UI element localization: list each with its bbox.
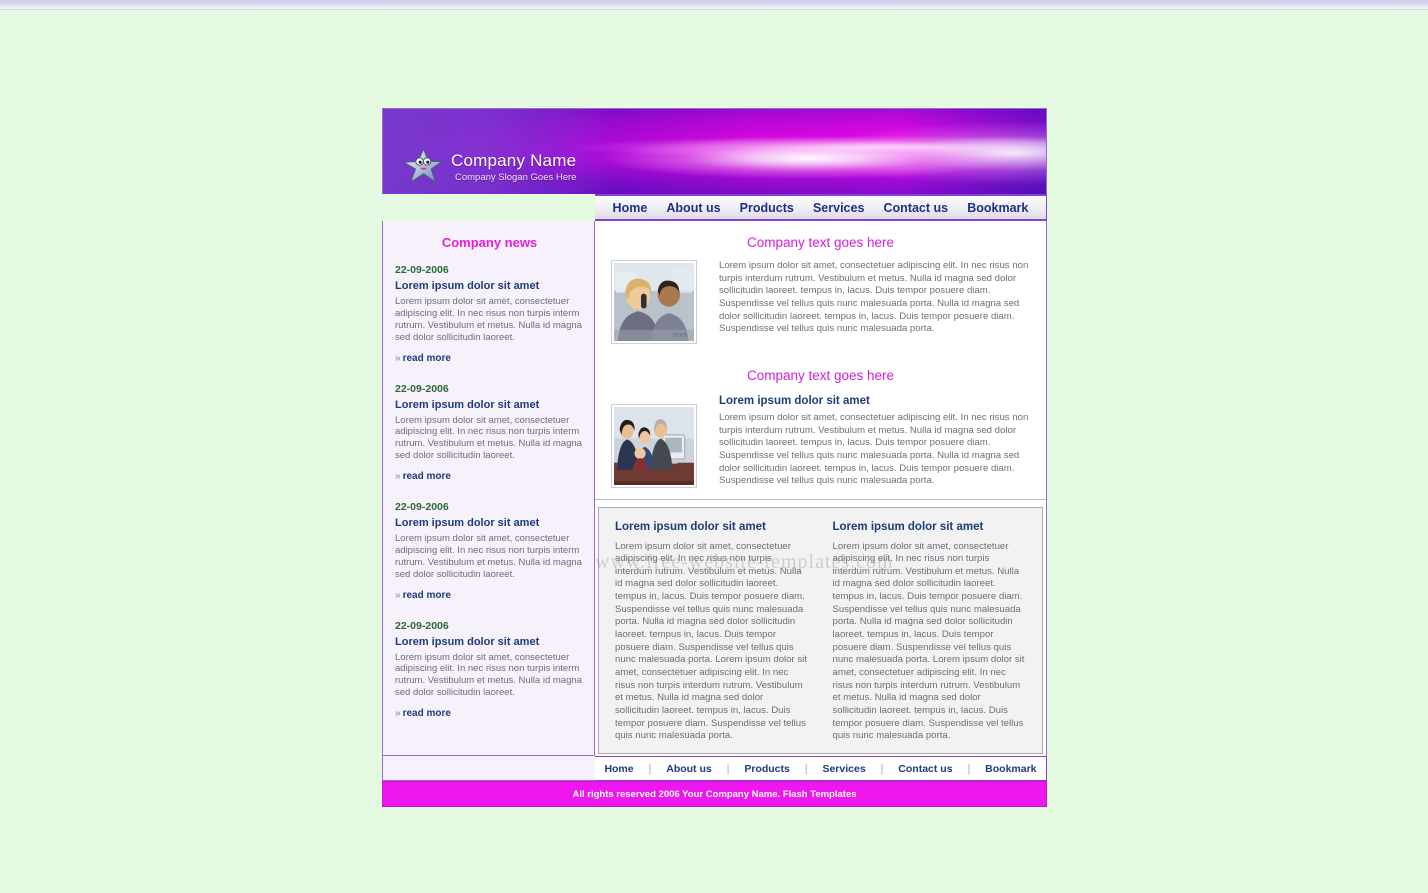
chevron-right-icon: » (395, 471, 401, 482)
footer-separator: | (880, 762, 884, 775)
read-more-label: read more (402, 589, 451, 601)
news-body: Lorem ipsum dolor sit amet, consectetuer… (395, 414, 582, 462)
feature-block-2-body: Lorem ipsum dolor sit amet Lorem ipsum d… (697, 395, 1030, 488)
footer-nav-item-products[interactable]: Products (740, 763, 794, 775)
footer-separator: | (648, 762, 652, 775)
news-title: Lorem ipsum dolor sit amet (395, 280, 540, 292)
main-content: Company text goes here stock Lorem ipsum… (595, 221, 1047, 756)
primary-navigation[interactable]: Home About us Products Services Contact … (595, 194, 1047, 221)
news-body: Lorem ipsum dolor sit amet, consectetuer… (395, 296, 582, 343)
bottom-columns-panel: Lorem ipsum dolor sit amet Lorem ipsum d… (598, 506, 1043, 754)
news-body: Lorem ipsum dolor sit amet, consectetuer… (395, 651, 582, 699)
footer-nav-item-services[interactable]: Services (818, 763, 869, 775)
chevron-right-icon: » (395, 708, 401, 719)
news-item: 22-09-2006 Lorem ipsum dolor sit amet Lo… (395, 501, 584, 603)
businesswoman-on-phone-photo: stock (611, 260, 697, 344)
chevron-right-icon: » (395, 589, 401, 601)
feature-block-1: stock Lorem ipsum dolor sit amet, consec… (611, 260, 1030, 344)
sidebar-title: Company news (441, 235, 538, 250)
browser-chrome-strip (0, 0, 1428, 10)
block1-heading: Company text goes here (746, 235, 895, 250)
bottom-column-2-heading: Lorem ipsum dolor sit amet (832, 520, 984, 533)
body-row: Company news 22-09-2006 Lorem ipsum dolo… (382, 221, 1047, 756)
nav-item-contact-us[interactable]: Contact us (884, 201, 949, 215)
footer-nav-item-contact-us[interactable]: Contact us (894, 763, 956, 775)
news-sidebar: Company news 22-09-2006 Lorem ipsum dolo… (382, 221, 595, 756)
nav-item-services[interactable]: Services (813, 201, 864, 215)
logo-block[interactable]: Company Name Company Slogan Goes Here (401, 145, 576, 189)
read-more-label: read more (402, 708, 451, 719)
news-body: Lorem ipsum dolor sit amet, consectetuer… (395, 533, 582, 580)
news-date: 22-09-2006 (395, 501, 449, 513)
read-more-label: read more (402, 352, 451, 364)
feature-block-2: Lorem ipsum dolor sit amet Lorem ipsum d… (611, 395, 1030, 488)
read-more-link[interactable]: » read more (395, 590, 451, 601)
news-date: 22-09-2006 (395, 619, 449, 632)
bottom-column-1: Lorem ipsum dolor sit amet Lorem ipsum d… (615, 521, 809, 744)
brand-text: Company Name Company Slogan Goes Here (451, 152, 576, 183)
news-title: Lorem ipsum dolor sit amet (395, 635, 540, 648)
nav-item-home[interactable]: Home (613, 201, 648, 215)
footer-nav-item-about-us[interactable]: About us (662, 763, 716, 775)
news-title: Lorem ipsum dolor sit amet (395, 517, 540, 529)
company-name: Company Name (451, 150, 577, 170)
business-team-at-computer-photo (611, 403, 697, 488)
bottom-column-1-paragraph: Lorem ipsum dolor sit amet, consectetuer… (615, 540, 807, 742)
news-date: 22-09-2006 (395, 382, 449, 395)
read-more-link[interactable]: » read more (395, 471, 451, 482)
block2-sub-heading: Lorem ipsum dolor sit amet (719, 395, 870, 407)
site-header: Company Name Company Slogan Goes Here (382, 108, 1047, 194)
feature-block-1-body: Lorem ipsum dolor sit amet, consectetuer… (697, 260, 1030, 344)
news-date: 22-09-2006 (395, 264, 449, 276)
sidebar-footer-filler (382, 756, 596, 781)
read-more-label: read more (402, 471, 451, 482)
read-more-link[interactable]: » read more (395, 708, 451, 719)
block2-paragraph: Lorem ipsum dolor sit amet, consectetuer… (719, 412, 1029, 487)
nav-item-products[interactable]: Products (740, 201, 794, 215)
block1-paragraph: Lorem ipsum dolor sit amet, consectetuer… (719, 260, 1029, 335)
block2-heading: Company text goes here (746, 368, 895, 383)
footer-nav-item-bookmark[interactable]: Bookmark (981, 763, 1040, 775)
svg-text:stock: stock (673, 331, 689, 338)
footer-separator: | (967, 762, 971, 775)
chevron-right-icon: » (395, 352, 401, 364)
nav-item-about-us[interactable]: About us (666, 201, 720, 215)
bottom-column-2: Lorem ipsum dolor sit amet Lorem ipsum d… (833, 521, 1027, 744)
nav-item-bookmark[interactable]: Bookmark (967, 201, 1028, 215)
footer-separator: | (804, 762, 808, 775)
feature-blocks: Company text goes here stock Lorem ipsum… (595, 221, 1046, 573)
footer-nav-item-home[interactable]: Home (600, 763, 637, 775)
read-more-link[interactable]: » read more (395, 353, 451, 364)
bottom-column-2-paragraph: Lorem ipsum dolor sit amet, consectetuer… (832, 540, 1025, 742)
news-item: 22-09-2006 Lorem ipsum dolor sit amet Lo… (395, 383, 584, 485)
news-item: 22-09-2006 Lorem ipsum dolor sit amet Lo… (395, 264, 584, 366)
star-mascot-icon (403, 148, 443, 183)
website-canvas: Company Name Company Slogan Goes Here Ho… (382, 108, 1047, 807)
footer-separator: | (726, 762, 730, 775)
company-slogan: Company Slogan Goes Here (455, 171, 577, 183)
footer-navigation[interactable]: Home | About us | Products | Services | … (595, 756, 1047, 781)
bottom-column-1-heading: Lorem ipsum dolor sit amet (615, 520, 766, 533)
news-item: 22-09-2006 Lorem ipsum dolor sit amet Lo… (395, 620, 584, 722)
copyright-bar: All rights reserved 2006 Your Company Na… (382, 781, 1047, 807)
news-title: Lorem ipsum dolor sit amet (395, 398, 540, 411)
